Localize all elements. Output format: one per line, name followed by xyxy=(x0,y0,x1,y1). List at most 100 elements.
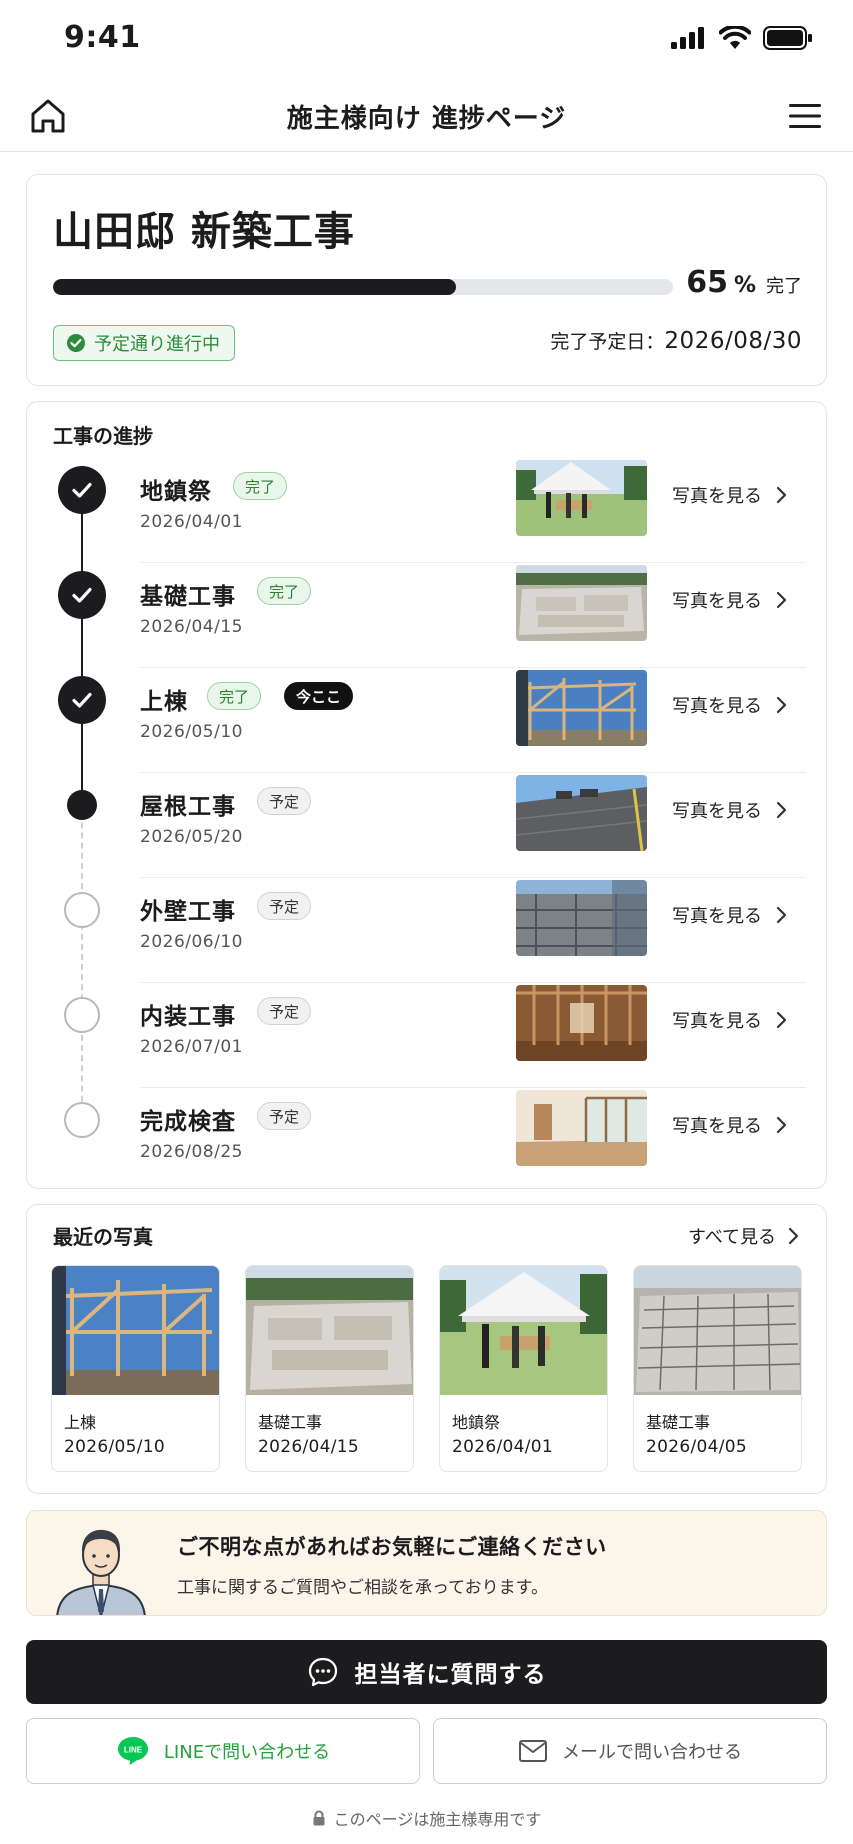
progress-percent: 65% 完了 xyxy=(686,265,802,300)
step-complete-icon xyxy=(58,571,106,619)
contact-title: ご不明な点があればお気軽にご連絡ください xyxy=(177,1535,607,1559)
step-name: 上棟 xyxy=(140,689,188,715)
step-photo-thumbnail[interactable] xyxy=(516,565,647,641)
step-photo-thumbnail[interactable] xyxy=(516,880,647,956)
step-date: 2026/08/25 xyxy=(140,1142,243,1162)
step-name: 屋根工事 xyxy=(140,794,236,820)
step-current-icon xyxy=(67,790,97,820)
photo-date: 2026/04/01 xyxy=(452,1437,553,1457)
lock-icon xyxy=(313,1810,325,1826)
view-photos-link[interactable]: 写真を見る xyxy=(672,587,788,613)
contact-subtitle: 工事に関するご質問やご相談を承っております。 xyxy=(177,1578,548,1598)
step-status-badge: 予定 xyxy=(257,997,312,1025)
progress-done-label: 完了 xyxy=(766,276,802,297)
footer-note: このページは施主様専用です xyxy=(0,1806,853,1830)
view-photos-link[interactable]: 写真を見る xyxy=(672,902,788,928)
step-photo-thumbnail[interactable] xyxy=(516,460,647,536)
chevron-right-icon xyxy=(788,1227,799,1245)
step-photo-thumbnail[interactable] xyxy=(516,985,647,1061)
step-date: 2026/04/15 xyxy=(140,617,243,637)
step-date: 2026/05/20 xyxy=(140,827,243,847)
chat-bubble-icon xyxy=(308,1657,337,1687)
view-photos-link[interactable]: 写真を見る xyxy=(672,1112,788,1138)
timeline-step: 内装工事 予定 2026/07/01 写真を見る xyxy=(27,983,828,1088)
step-status-badge: 予定 xyxy=(257,1102,312,1130)
view-photos-link[interactable]: 写真を見る xyxy=(672,692,788,718)
view-photos-label: 写真を見る xyxy=(672,906,762,927)
chevron-right-icon xyxy=(776,1011,787,1029)
photo-caption: 基礎工事 xyxy=(258,1413,323,1432)
step-complete-icon xyxy=(58,466,106,514)
due-value: 2026/08/30 xyxy=(664,328,802,354)
progress-number: 65 xyxy=(686,265,728,300)
wifi-icon xyxy=(719,26,751,49)
status-label: 予定通り進行中 xyxy=(94,334,220,355)
photo-date: 2026/04/05 xyxy=(646,1437,747,1457)
ask-staff-label: 担当者に質問する xyxy=(354,1662,547,1688)
timeline-step: 完成検査 予定 2026/08/25 写真を見る xyxy=(27,1088,828,1193)
step-name: 内装工事 xyxy=(140,1004,236,1030)
step-date: 2026/04/01 xyxy=(140,512,243,532)
step-photo-thumbnail[interactable] xyxy=(516,775,647,851)
status-time: 9:41 xyxy=(64,20,141,55)
chevron-right-icon xyxy=(776,591,787,609)
email-contact-button[interactable]: メールで問い合わせる xyxy=(433,1718,827,1784)
step-complete-icon xyxy=(58,676,106,724)
recent-photo-card[interactable]: 上棟 2026/05/10 xyxy=(51,1265,220,1472)
step-photo-thumbnail[interactable] xyxy=(516,670,647,746)
step-date: 2026/05/10 xyxy=(140,722,243,742)
chevron-right-icon xyxy=(776,696,787,714)
step-pending-icon xyxy=(64,1102,100,1138)
menu-button[interactable] xyxy=(783,94,827,138)
recent-photo-card[interactable]: 基礎工事 2026/04/15 xyxy=(245,1265,414,1472)
photo-caption: 地鎮祭 xyxy=(452,1413,501,1432)
view-photos-label: 写真を見る xyxy=(672,1116,762,1137)
signal-icon xyxy=(671,27,704,49)
recent-photo-card[interactable]: 地鎮祭 2026/04/01 xyxy=(439,1265,608,1472)
chevron-right-icon xyxy=(776,1116,787,1134)
mail-icon xyxy=(519,1740,547,1762)
step-status-badge: 予定 xyxy=(257,787,312,815)
step-status-badge: 完了 xyxy=(257,577,312,605)
step-status-badge: 完了 xyxy=(207,682,262,710)
battery-icon xyxy=(763,26,812,50)
line-contact-button[interactable]: LINE LINEで問い合わせる xyxy=(26,1718,420,1784)
step-name: 基礎工事 xyxy=(140,584,236,610)
step-photo-thumbnail[interactable] xyxy=(516,1090,647,1166)
project-summary-card: 山田邸 新築工事 65% 完了 予定通り進行中 完了予定日：2026/08/30 xyxy=(26,174,827,386)
photo-image xyxy=(246,1266,413,1395)
step-name: 完成検査 xyxy=(140,1109,236,1135)
step-date: 2026/06/10 xyxy=(140,932,243,952)
project-name: 山田邸 新築工事 xyxy=(53,209,355,255)
step-name: 外壁工事 xyxy=(140,899,236,925)
check-circle-icon xyxy=(67,334,85,352)
see-all-link[interactable]: すべて見る xyxy=(688,1223,800,1249)
step-name: 地鎮祭 xyxy=(140,479,212,505)
ask-staff-button[interactable]: 担当者に質問する xyxy=(26,1640,827,1704)
view-photos-link[interactable]: 写真を見る xyxy=(672,1007,788,1033)
hamburger-menu-icon xyxy=(789,104,821,128)
line-contact-label: LINEで問い合わせる xyxy=(163,1742,331,1763)
photo-image xyxy=(634,1266,801,1395)
photo-date: 2026/04/15 xyxy=(258,1437,359,1457)
line-logo-icon: LINE xyxy=(117,1737,148,1765)
current-step-badge: 今ここ xyxy=(284,682,354,710)
chevron-right-icon xyxy=(776,486,787,504)
chevron-right-icon xyxy=(776,906,787,924)
view-photos-link[interactable]: 写真を見る xyxy=(672,797,788,823)
photo-image xyxy=(440,1266,607,1395)
see-all-label: すべて見る xyxy=(687,1227,776,1248)
view-photos-link[interactable]: 写真を見る xyxy=(672,482,788,508)
photo-caption: 基礎工事 xyxy=(646,1413,711,1432)
step-status-badge: 予定 xyxy=(257,892,312,920)
due-label: 完了予定日： xyxy=(550,331,665,353)
recent-photo-card[interactable]: 基礎工事 2026/04/05 xyxy=(633,1265,802,1472)
staff-avatar xyxy=(56,1529,146,1615)
step-pending-icon xyxy=(64,892,100,928)
timeline-step: 基礎工事 完了 2026/04/15 写真を見る xyxy=(27,563,828,668)
view-photos-label: 写真を見る xyxy=(672,696,762,717)
email-contact-label: メールで問い合わせる xyxy=(562,1742,742,1763)
line-logo-text: LINE xyxy=(124,1746,143,1755)
view-photos-label: 写真を見る xyxy=(672,486,762,507)
view-photos-label: 写真を見る xyxy=(672,591,762,612)
